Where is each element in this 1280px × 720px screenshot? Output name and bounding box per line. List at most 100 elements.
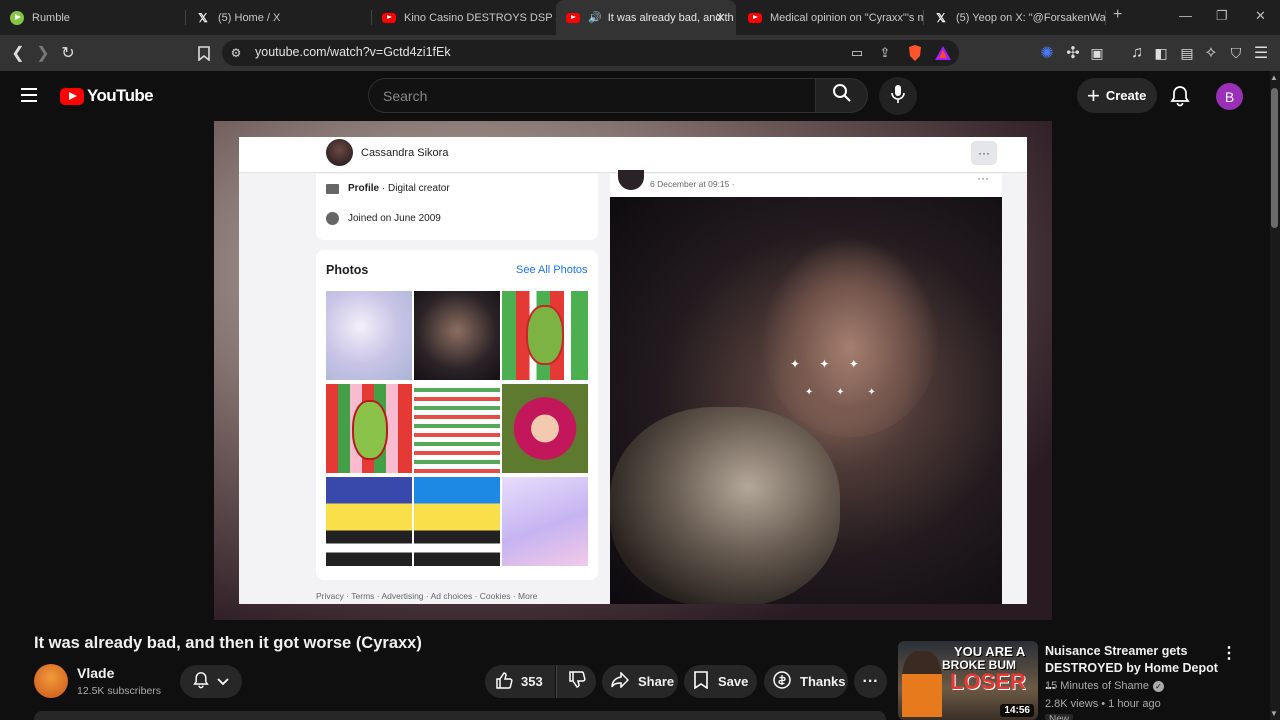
thumbnail-text: LOSER [950,669,1026,694]
brave-shields-icon[interactable] [905,43,925,63]
extension-box-icon[interactable]: ▣ [1087,43,1107,63]
url-text[interactable]: youtube.com/watch?v=Gctd4zi1fEk [255,45,451,59]
description-box[interactable] [34,711,886,720]
sidebar-icon[interactable]: ◧ [1151,43,1171,63]
youtube-icon [566,11,580,25]
tab-medical-opinion[interactable]: Medical opinion on "Cyraxx"'s m [738,0,924,35]
scrollbar-thumb[interactable] [1271,88,1278,228]
fb-profile-bar: Cassandra Sikora ··· [239,137,1027,173]
vpn-icon[interactable]: ⛉ [1226,43,1246,63]
notifications-bell-icon[interactable] [1170,85,1190,112]
youtube-icon [382,11,396,25]
youtube-logo-icon [60,87,84,105]
fb-post-date: 6 December at 09:15 · [650,179,735,189]
thumbnail-text: YOU ARE A [954,644,1026,659]
tab-x-yeop[interactable]: 𝕏 (5) Yeop on X: "@ForsakenWan [924,0,1106,35]
speaker-icon: 🔊 [588,12,602,24]
fb-photo-thumb [326,291,412,380]
scroll-down-arrow-icon[interactable]: ▼ [1270,709,1278,718]
fb-photos-heading: Photos [326,263,369,277]
close-tab-icon[interactable]: ✕ [715,10,726,26]
dislike-button[interactable] [556,665,596,698]
fb-profile-icon [326,184,339,194]
search-icon [832,83,852,108]
extension-icon[interactable]: ✺ [1037,43,1057,63]
back-icon[interactable]: ❮ [8,43,28,63]
subscriber-count: 12.5K subscribers [77,685,162,697]
bookmark-icon[interactable] [194,43,214,63]
search-placeholder: Search [383,88,428,104]
account-avatar[interactable]: B [1216,83,1243,110]
tab-title: (5) Yeop on X: "@ForsakenWan [956,11,1106,24]
reload-icon[interactable]: ↻ [58,43,78,63]
search-button[interactable] [815,78,868,113]
fb-photo-thumb [502,291,588,380]
share-page-icon[interactable]: ⇪ [875,43,895,63]
fb-profile-label: Profile [348,183,380,194]
brave-rewards-icon[interactable] [933,43,953,63]
recommended-video-thumbnail[interactable]: YOU ARE A BROKE BUM LOSER 14:56 [898,641,1038,720]
fb-photo-thumb [414,384,500,473]
thumbs-up-icon [495,671,513,692]
fb-profile-name: Cassandra Sikora [361,147,449,159]
fb-intro-card: Profile · Digital creator Joined on June… [316,174,598,240]
more-horizontal-icon: ··· [862,672,879,690]
chevron-down-icon [217,674,229,689]
tab-rumble[interactable]: Rumble [0,0,186,35]
cast-icon[interactable]: ▭ [847,43,867,63]
fb-photo-thumb [414,291,500,380]
channel-avatar[interactable] [34,664,68,698]
fb-clock-icon [326,212,339,225]
fb-post-more-icon: ··· [977,171,989,185]
media-control-icon[interactable]: ♫ [1127,43,1147,63]
tab-kino-casino[interactable]: Kino Casino DESTROYS DSP aga [372,0,556,35]
wallet-icon[interactable]: ▤ [1177,43,1197,63]
fb-footer-links: Privacy · Terms · Advertising · Ad choic… [316,591,538,601]
more-actions-button[interactable]: ··· [854,665,887,698]
forward-icon[interactable]: ❯ [33,43,53,63]
channel-name[interactable]: Vlade [77,665,114,681]
restore-icon[interactable]: ❐ [1216,8,1228,24]
like-button[interactable]: 353 [485,665,555,698]
save-label: Save [718,674,749,689]
share-label: Share [638,674,675,689]
scroll-up-arrow-icon[interactable]: ▲ [1270,73,1278,82]
tab-x-home[interactable]: 𝕏 (5) Home / X [186,0,372,35]
save-button[interactable]: Save [684,665,757,698]
site-settings-icon[interactable]: ⚙ [226,43,246,63]
extensions-puzzle-icon[interactable]: ✣ [1063,43,1083,63]
bell-icon [193,671,209,692]
create-button[interactable]: + Create [1077,78,1157,113]
tab-title: (5) Home / X [218,11,281,24]
share-button[interactable]: Share [602,665,678,698]
leo-ai-icon[interactable]: ✧ [1201,43,1221,63]
fb-profile-type: · Digital creator [379,183,450,194]
thumbs-down-icon [568,671,586,692]
search-input[interactable] [368,78,816,113]
video-duration: 14:56 [1000,704,1034,717]
rumble-icon [10,10,24,25]
x-icon: 𝕏 [936,10,946,25]
fb-photo-thumb [502,384,588,473]
recommended-video-meta: 2.8K views • 1 hour ago [1045,698,1161,710]
tab-current-video[interactable]: 🔊 It was already bad, and th ✕ [556,0,736,35]
guide-menu-icon[interactable] [20,85,40,110]
fb-post-avatar [618,170,644,190]
new-badge: New [1045,714,1074,720]
close-window-icon[interactable]: ✕ [1255,8,1266,24]
fb-photo-thumb [326,384,412,473]
menu-icon[interactable]: ☰ [1251,43,1271,63]
new-tab-icon[interactable]: + [1113,6,1122,24]
video-title: It was already bad, and then it got wors… [34,634,422,652]
minimize-icon[interactable]: — [1179,8,1192,23]
subscription-notifications-button[interactable] [180,665,242,698]
youtube-icon [748,11,762,25]
recommended-channel-name[interactable]: 15 Minutes of Shame [1045,680,1149,692]
recommendation-more-icon[interactable]: ⋮ [1221,643,1237,663]
sparkle-effect: ✦ ✦ ✦ [790,357,867,371]
voice-search-button[interactable] [879,77,917,115]
share-icon [611,671,630,691]
youtube-logo[interactable]: YouTube [60,86,154,106]
fb-photo-thumb [414,477,500,566]
thanks-button[interactable]: Thanks [764,665,848,698]
